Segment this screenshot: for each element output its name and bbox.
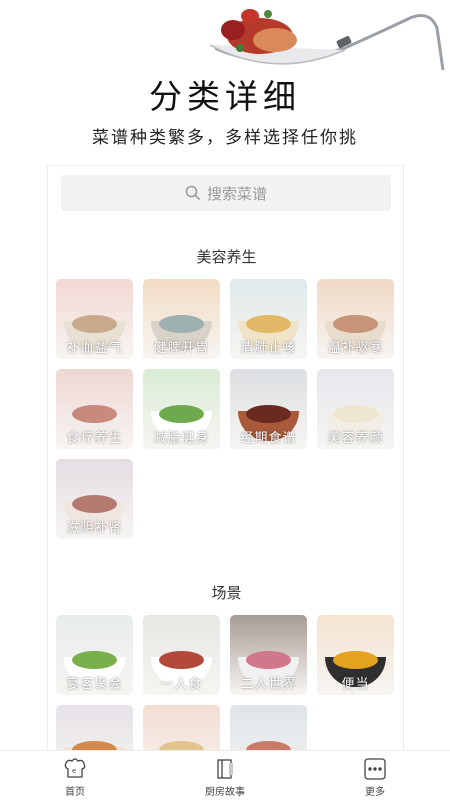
category-card: 搜索菜谱 美容养生 场景 补血益气 健脾开胃 清肺止咳 温补驱寒食疗养生 减脂健身 经期食…	[47, 165, 404, 755]
dish-food	[246, 405, 291, 423]
dish-food	[159, 405, 204, 423]
nav-home-label: 首页	[65, 787, 85, 798]
category-tile-label: 食疗养生	[66, 431, 123, 446]
category-tile[interactable]: 经期食谱	[230, 369, 307, 449]
search-placeholder: 搜索菜谱	[206, 184, 267, 203]
spoon-food-illustration	[209, 9, 445, 71]
dish-food	[72, 651, 117, 669]
dish-food	[246, 651, 291, 669]
search-bar[interactable]: 搜索菜谱	[61, 175, 391, 211]
category-tile[interactable]: 减脂健身	[143, 369, 220, 449]
category-tile[interactable]: 补血益气	[56, 279, 133, 359]
category-tile-label: 美容养颜	[327, 431, 384, 446]
page-title: 分类详细	[149, 77, 301, 116]
category-tile[interactable]: 食疗养生	[56, 369, 133, 449]
category-tile[interactable]	[230, 705, 307, 755]
category-tile[interactable]: 温补驱寒	[317, 279, 394, 359]
dish-food	[72, 405, 117, 423]
nav-kitchen-story-label: 厨房故事	[205, 787, 245, 798]
dish-food	[333, 315, 378, 333]
category-tile[interactable]	[56, 705, 133, 755]
category-tile[interactable]	[143, 705, 220, 755]
nav-kitchen-story[interactable]: 厨房故事	[150, 751, 300, 800]
book-icon	[217, 759, 233, 779]
nav-home[interactable]: e 首页	[0, 751, 150, 800]
category-tile[interactable]: 美容养颜	[317, 369, 394, 449]
category-tile[interactable]: 滋阴补肾	[56, 459, 133, 539]
nav-more[interactable]: 更多	[300, 751, 450, 800]
dish-food	[159, 651, 204, 669]
nav-more-label: 更多	[365, 787, 385, 798]
dish-food	[333, 651, 378, 669]
category-tile-label: 健脾开胃	[153, 341, 210, 356]
more-icon	[364, 758, 386, 780]
category-tile-label: 滋阴补肾	[66, 521, 123, 536]
category-tile-label: 宴客聚会	[66, 677, 123, 692]
category-tile-label: 经期食谱	[240, 431, 297, 446]
category-tile-label: 清肺止咳	[240, 341, 297, 356]
category-tile-label: 便当	[341, 677, 370, 692]
category-tile-label: 二人世界	[240, 677, 297, 692]
category-tile[interactable]: 便当	[317, 615, 394, 695]
category-tile-label: 补血益气	[66, 341, 123, 356]
bottom-nav: e 首页 厨房故事 更多	[0, 750, 450, 800]
category-tile[interactable]: 宴客聚会	[56, 615, 133, 695]
category-tile-label: 减脂健身	[153, 431, 210, 446]
dish-food	[72, 495, 117, 513]
search-icon	[185, 185, 201, 201]
category-tile[interactable]: 二人世界	[230, 615, 307, 695]
dish-food	[333, 405, 378, 423]
category-tile[interactable]: 清肺止咳	[230, 279, 307, 359]
dish-food	[246, 315, 291, 333]
page-subtitle: 菜谱种类繁多，多样选择任你挑	[92, 128, 358, 148]
dish-food	[159, 315, 204, 333]
section-title-scene: 场景	[211, 584, 242, 602]
header-hero: 分类详细 菜谱种类繁多，多样选择任你挑	[0, 0, 450, 165]
svg-text:e: e	[72, 767, 76, 775]
category-tile-label: 温补驱寒	[327, 341, 384, 356]
category-tile-label: 一人食	[160, 677, 203, 692]
dish-food	[72, 315, 117, 333]
category-tile[interactable]: 一人食	[143, 615, 220, 695]
category-tile[interactable]: 健脾开胃	[143, 279, 220, 359]
home-chef-icon: e	[64, 758, 86, 778]
section-title-beauty: 美容养生	[196, 248, 257, 266]
